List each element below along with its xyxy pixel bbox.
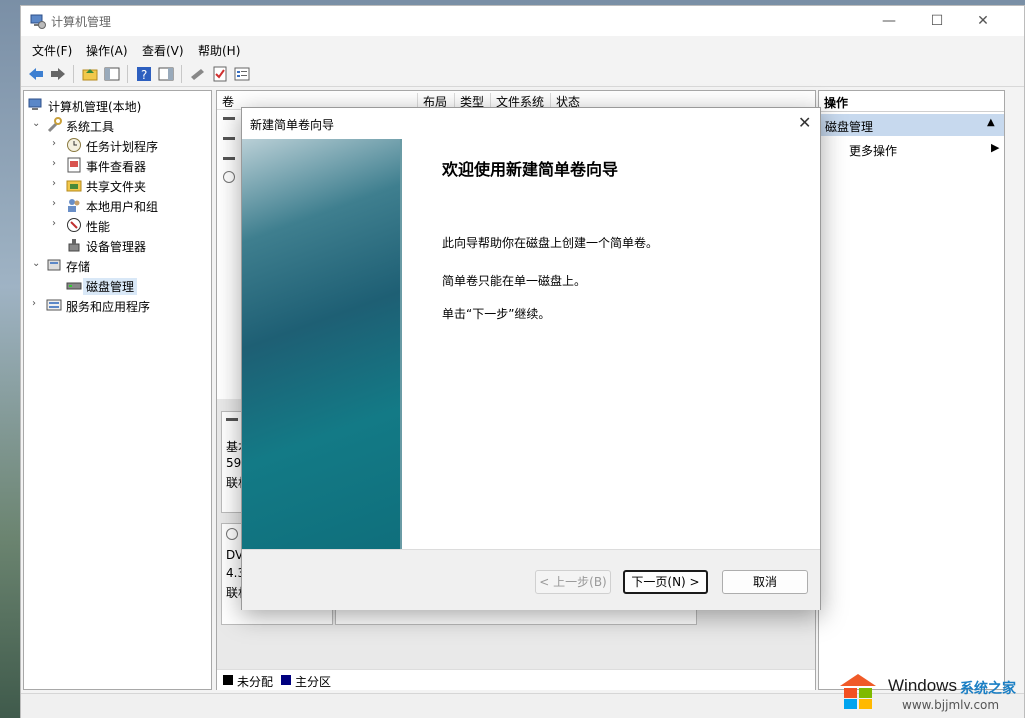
menu-help[interactable]: 帮助(H) <box>198 42 240 59</box>
forward-arrow-icon[interactable] <box>49 65 67 83</box>
computer-icon <box>28 98 42 110</box>
chevron-right-icon[interactable]: › <box>52 178 62 189</box>
new-simple-volume-wizard: 新建简单卷向导 ✕ 欢迎使用新建简单卷向导 此向导帮助你在磁盘上创建一个简单卷。… <box>241 107 821 610</box>
wizard-text-1: 此向导帮助你在磁盘上创建一个简单卷。 <box>442 236 659 250</box>
chevron-down-icon[interactable]: ⌄ <box>32 258 42 269</box>
actions-header: 操作 <box>819 91 1004 112</box>
event-viewer-icon <box>67 157 81 173</box>
connect-icon[interactable] <box>189 65 207 83</box>
clock-icon <box>67 138 81 152</box>
window-title: 计算机管理 <box>51 15 112 29</box>
column-status[interactable]: 状态 <box>550 93 580 109</box>
chevron-down-icon[interactable]: ⌄ <box>32 118 42 129</box>
up-folder-icon[interactable] <box>81 65 99 83</box>
toolbar: ? <box>21 62 1024 87</box>
services-icon <box>46 299 62 311</box>
help-icon[interactable]: ? <box>135 65 153 83</box>
chevron-right-icon[interactable]: › <box>52 138 62 149</box>
volume-row-3[interactable] <box>223 157 235 160</box>
menu-view[interactable]: 查看(V) <box>142 42 184 59</box>
chevron-right-icon[interactable]: › <box>52 218 62 229</box>
menu-bar: 文件(F) 操作(A) 查看(V) 帮助(H) <box>21 39 1024 61</box>
next-button[interactable]: 下一页(N) > <box>623 570 708 594</box>
column-volume[interactable]: 卷 <box>217 93 234 109</box>
chevron-right-icon[interactable]: › <box>52 158 62 169</box>
legend-bar: 未分配 主分区 <box>217 669 815 690</box>
close-button[interactable]: ✕ <box>960 6 1006 36</box>
menu-file[interactable]: 文件(F) <box>32 42 72 59</box>
chevron-right-icon[interactable]: › <box>32 298 42 309</box>
svg-text:?: ? <box>141 68 147 82</box>
dvd-icon <box>226 528 238 540</box>
navigation-tree: 计算机管理(本地) ⌄ 系统工具 › 任务计划程序 › 事件查看器 › 共享文件… <box>23 90 212 690</box>
actions-section-disk-management[interactable]: 磁盘管理 ▲ <box>819 114 1004 136</box>
cancel-button[interactable]: 取消 <box>722 570 808 594</box>
column-layout[interactable]: 布局 <box>417 93 447 109</box>
collapse-arrow-icon[interactable]: ▲ <box>987 117 995 128</box>
legend-primary-label: 主分区 <box>295 675 332 689</box>
column-filesystem[interactable]: 文件系统 <box>490 93 544 109</box>
performance-icon <box>67 218 81 232</box>
minimize-button[interactable]: — <box>866 6 912 36</box>
disk-0-size: 59 <box>226 456 242 470</box>
legend-unallocated-swatch <box>223 675 233 685</box>
back-button[interactable]: < 上一步(B) <box>535 570 611 594</box>
wizard-heading: 欢迎使用新建简单卷向导 <box>442 160 619 179</box>
checklist-icon[interactable] <box>211 65 229 83</box>
back-arrow-icon[interactable] <box>27 65 45 83</box>
chevron-right-icon[interactable]: › <box>52 198 62 209</box>
users-icon <box>68 199 80 212</box>
watermark: Windows 系统之家 www.bjjmlv.com <box>832 664 1025 718</box>
disk-icon <box>226 418 238 421</box>
storage-icon <box>47 259 61 271</box>
dialog-title: 新建简单卷向导 <box>250 118 335 132</box>
console-icon[interactable] <box>157 65 175 83</box>
banner-divider <box>400 139 402 549</box>
legend-unallocated-label: 未分配 <box>237 675 274 689</box>
dialog-close-icon[interactable]: ✕ <box>798 113 811 132</box>
column-type[interactable]: 类型 <box>454 93 484 109</box>
windows-logo-icon <box>840 674 876 709</box>
menu-action[interactable]: 操作(A) <box>86 42 128 59</box>
action-more[interactable]: 更多操作 ▶ <box>819 139 1004 159</box>
computer-management-icon <box>30 14 46 29</box>
dvd-icon <box>223 171 235 183</box>
dialog-footer: < 上一步(B) 下一页(N) > 取消 <box>242 549 820 610</box>
submenu-arrow-icon: ▶ <box>991 141 1000 154</box>
properties-icon[interactable] <box>233 65 251 83</box>
tools-icon <box>47 117 62 133</box>
actions-pane: 操作 磁盘管理 ▲ 更多操作 ▶ <box>818 90 1005 690</box>
watermark-site-name: 系统之家 <box>960 681 1016 697</box>
wizard-text-2: 简单卷只能在单一磁盘上。 <box>442 274 587 288</box>
device-manager-icon <box>68 239 80 252</box>
dialog-title-bar: 新建简单卷向导 ✕ <box>242 108 820 138</box>
watermark-url: www.bjjmlv.com <box>902 698 1000 712</box>
legend-primary-swatch <box>281 675 291 685</box>
disk-icon <box>66 282 82 290</box>
shared-folder-icon <box>66 180 82 192</box>
watermark-brand: Windows <box>888 676 957 695</box>
wizard-banner-image <box>242 139 400 549</box>
wizard-text-3: 单击“下一步”继续。 <box>442 307 551 321</box>
maximize-button[interactable]: ☐ <box>914 6 960 36</box>
show-tree-icon[interactable] <box>103 65 121 83</box>
volume-row-2[interactable] <box>223 137 235 140</box>
volume-row-1[interactable] <box>223 117 235 120</box>
title-bar: 计算机管理 — ☐ ✕ <box>21 6 1024 36</box>
